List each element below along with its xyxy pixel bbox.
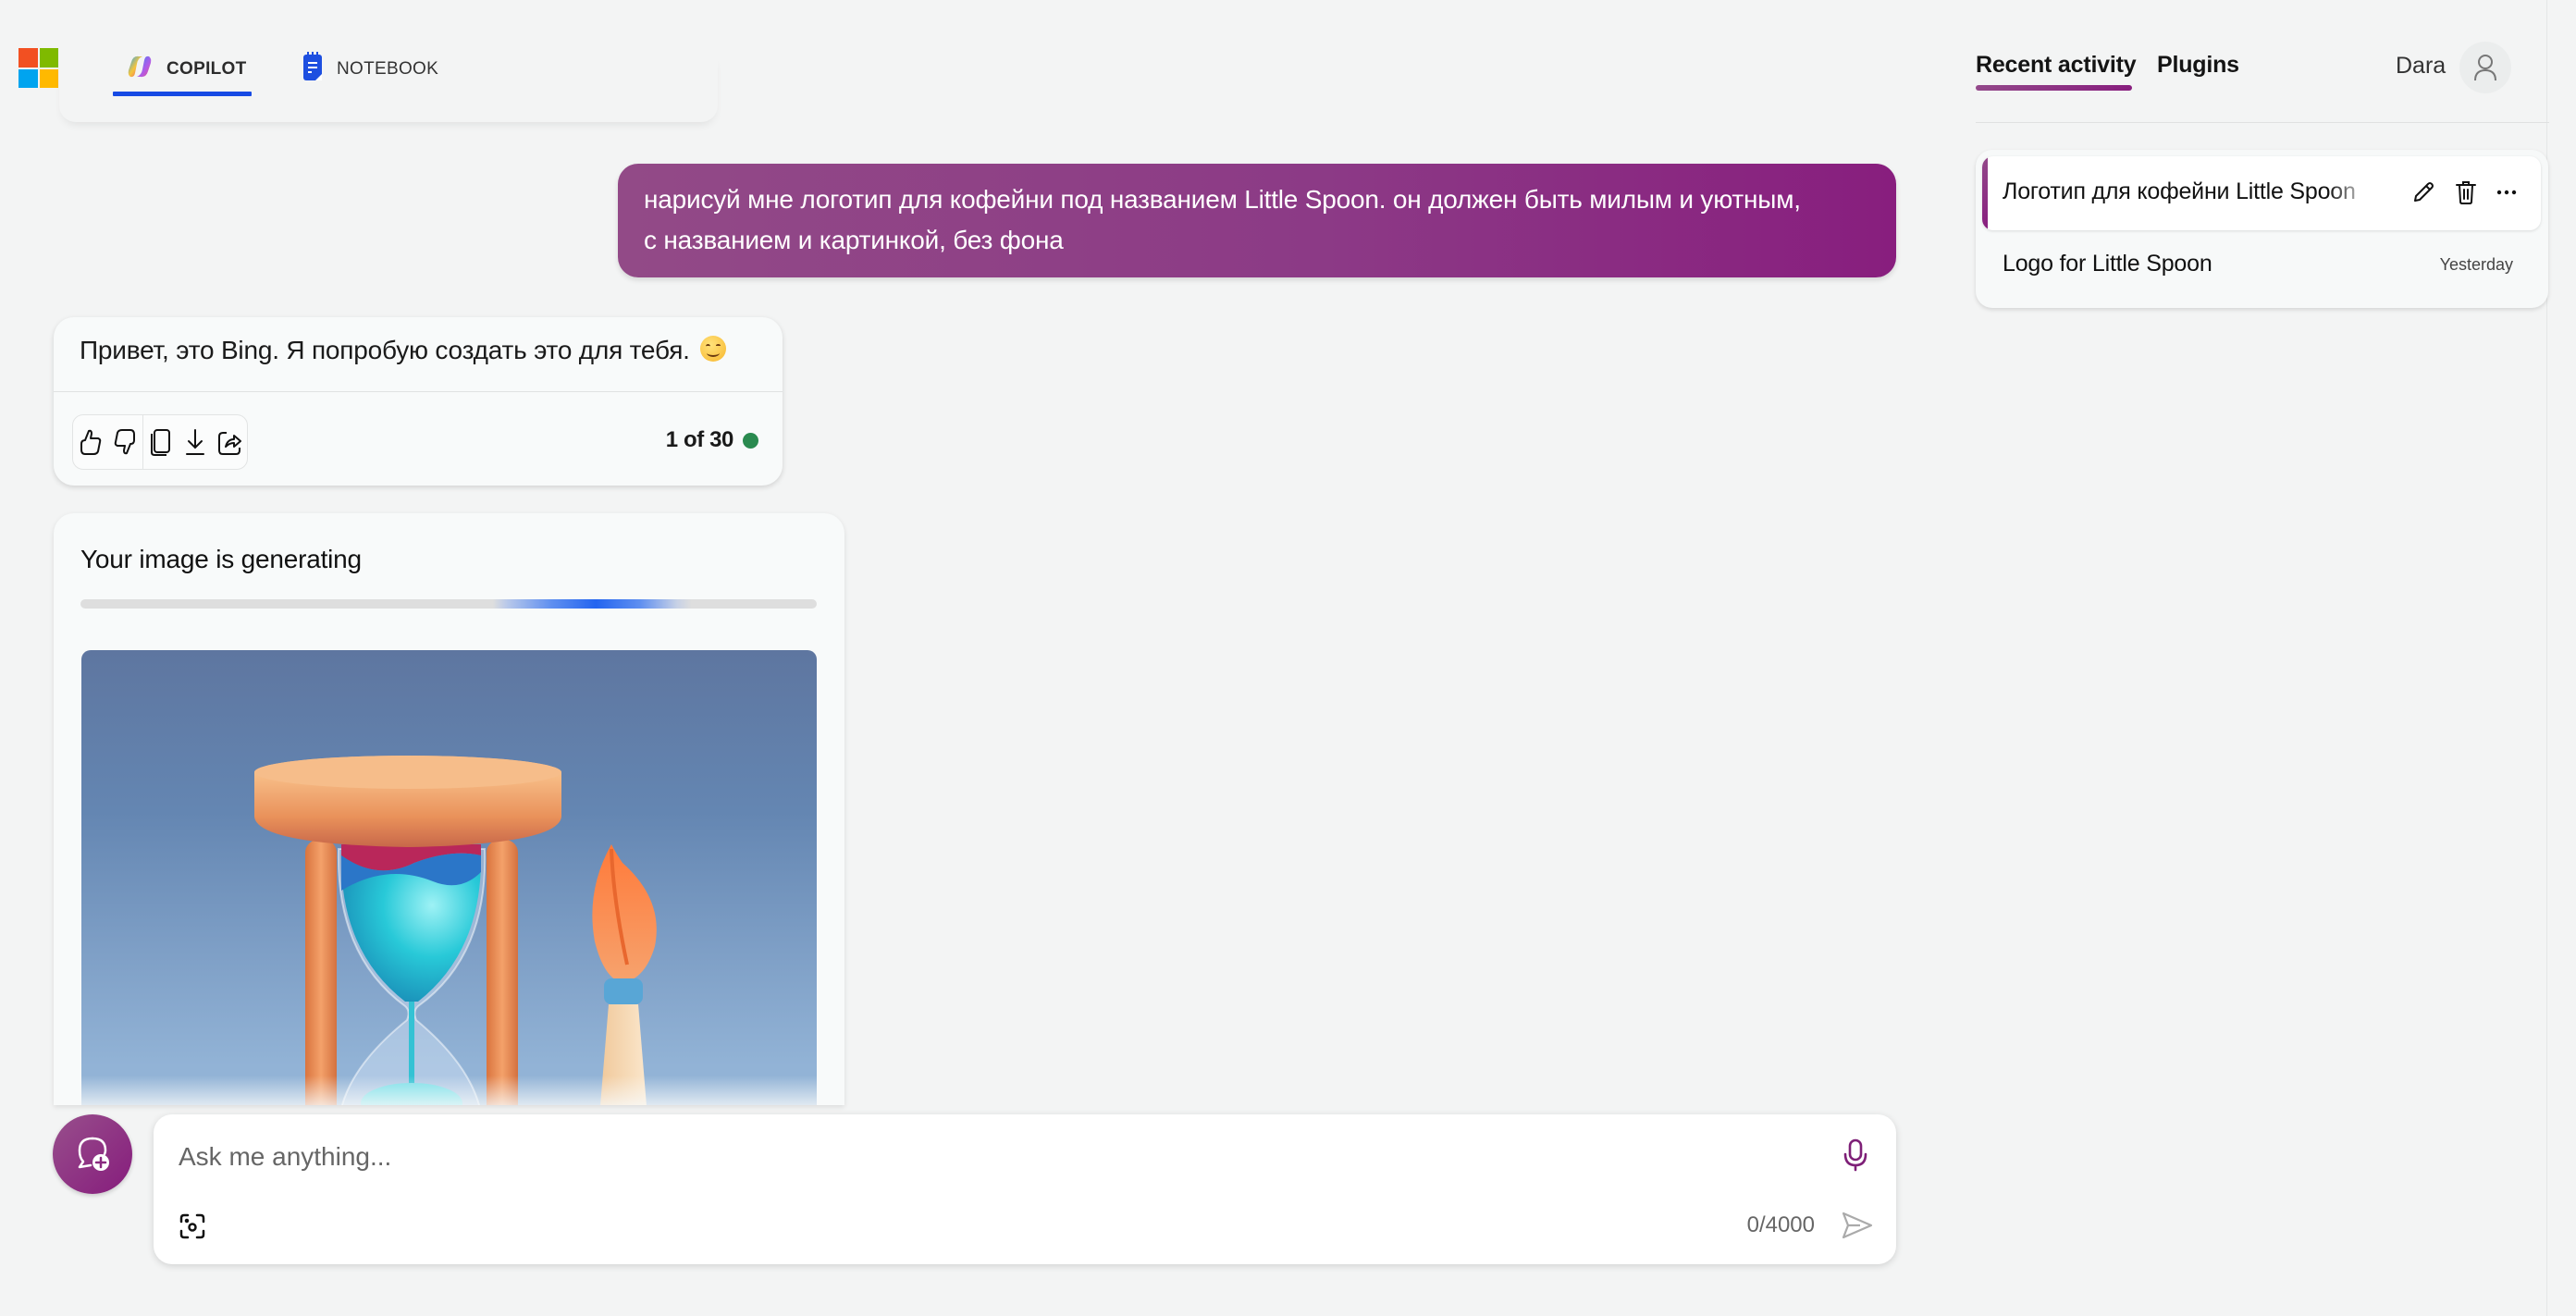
status-dot-icon	[743, 432, 758, 449]
visual-search-button[interactable]	[178, 1211, 207, 1241]
bot-message-card: Привет, это Bing. Я попробую создать это…	[54, 317, 783, 486]
tab-recent-activity[interactable]: Recent activity	[1976, 52, 2137, 79]
tab-plugins[interactable]: Plugins	[2157, 52, 2239, 79]
share-button[interactable]	[213, 415, 247, 469]
logo-square-green	[39, 48, 58, 68]
history-item[interactable]: Logo for Little Spoon Yesterday	[1976, 235, 2548, 300]
like-button[interactable]	[73, 415, 107, 469]
microphone-icon	[1843, 1138, 1867, 1172]
thumbs-up-icon	[80, 429, 101, 455]
dislike-button[interactable]	[107, 415, 142, 469]
logo-square-blue	[18, 68, 38, 88]
image-generation-title: Your image is generating	[80, 545, 362, 573]
logo-square-yellow	[39, 68, 58, 88]
visual-search-icon	[179, 1213, 205, 1239]
export-button[interactable]	[178, 415, 212, 469]
copy-icon	[151, 429, 171, 456]
history-item-title: Logo for Little Spoon	[2003, 251, 2212, 277]
bot-message-divider	[54, 391, 783, 392]
share-icon	[218, 432, 242, 455]
more-horizontal-icon	[2496, 190, 2517, 195]
download-icon	[185, 429, 204, 455]
tab-copilot-label: COPILOT	[166, 59, 247, 79]
copy-button[interactable]	[143, 415, 178, 469]
hourglass-paintbrush-illustration	[254, 756, 657, 1105]
generating-preview-image	[81, 650, 817, 1105]
right-panel-divider	[1976, 122, 2549, 123]
send-icon	[1842, 1211, 1873, 1239]
turn-counter-text: 1 of 30	[665, 427, 734, 452]
more-options-button[interactable]	[2493, 178, 2521, 206]
chat-input[interactable]	[179, 1137, 1751, 1177]
copilot-icon	[126, 53, 154, 86]
new-topic-chat-icon	[78, 1137, 109, 1171]
user-message-bubble: нарисуй мне логотип для кофейни под назв…	[618, 164, 1896, 277]
right-tab-indicator	[1976, 85, 2132, 91]
user-message-line: нарисуй мне логотип для кофейни под назв…	[644, 185, 1801, 214]
new-topic-button[interactable]	[53, 1114, 132, 1194]
composer: 0/4000	[154, 1114, 1896, 1264]
bot-message-text: Привет, это Bing. Я попробую создать это…	[80, 336, 690, 364]
delete-button[interactable]	[2452, 178, 2480, 206]
history-item-active[interactable]: Логотип для кофейни Little Spoon	[1982, 156, 2541, 230]
tab-notebook[interactable]: NOTEBOOK	[302, 41, 438, 98]
send-button[interactable]	[1841, 1209, 1874, 1242]
person-icon	[2474, 55, 2496, 81]
bot-message: Привет, это Bing. Я попробую создать это…	[80, 336, 727, 365]
trash-icon	[2456, 181, 2476, 204]
notebook-icon	[302, 52, 324, 87]
user-name[interactable]: Dara	[2396, 53, 2446, 80]
avatar[interactable]	[2459, 42, 2511, 93]
history-item-title: Логотип для кофейни Little Spoon	[2003, 178, 2356, 204]
recent-activity-list: Логотип для кофейни Little Spoon Logo fo…	[1976, 150, 2548, 308]
character-counter: 0/4000	[1746, 1212, 1815, 1237]
rename-button[interactable]	[2410, 178, 2437, 206]
thumbs-down-icon	[114, 429, 136, 455]
active-tab-indicator	[113, 92, 252, 96]
image-generation-card: Your image is generating	[54, 513, 844, 1105]
logo-square-red	[18, 48, 38, 68]
microphone-button[interactable]	[1839, 1135, 1872, 1175]
history-item-time: Yesterday	[2439, 255, 2513, 274]
user-message-line: с названием и картинкой, без фона	[644, 226, 1064, 254]
image-generation-progress-bar	[80, 599, 817, 609]
message-actions	[72, 414, 248, 470]
smiling-face-emoji-icon	[700, 336, 727, 362]
microsoft-logo[interactable]	[18, 48, 58, 88]
progress-indicator	[80, 599, 817, 609]
tab-notebook-label: NOTEBOOK	[337, 59, 439, 79]
tab-copilot[interactable]: COPILOT	[126, 41, 247, 98]
turn-counter: 1 of 30	[666, 427, 758, 453]
pencil-icon	[2414, 182, 2434, 202]
